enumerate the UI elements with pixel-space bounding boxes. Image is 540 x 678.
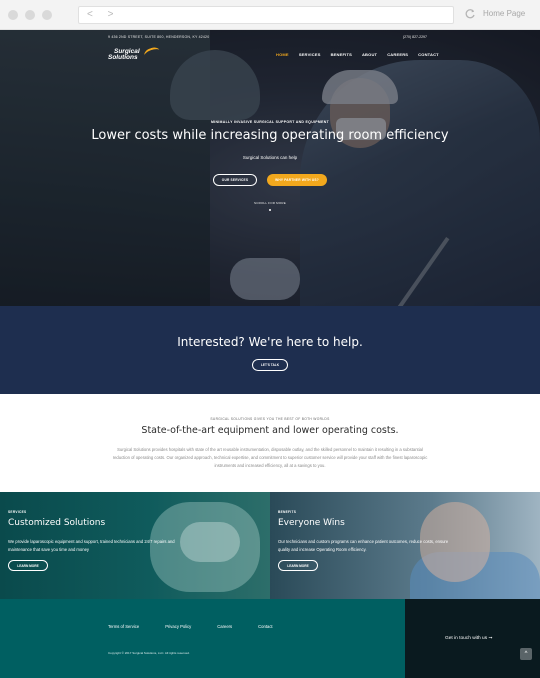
intro-paragraph: Surgical Solutions provides hospitals wi…	[112, 447, 428, 469]
browser-tab-title: Home Page	[483, 9, 526, 18]
get-in-touch-panel[interactable]: Get in touch with us ➞	[405, 599, 540, 678]
benefits-learn-more-button[interactable]: LEARN MORE	[278, 560, 318, 571]
browser-chrome: < > Home Page	[0, 0, 540, 30]
footer-link-careers[interactable]: Careers	[217, 624, 232, 629]
help-banner: Interested? We're here to help. LET'S TA…	[0, 306, 540, 394]
hero-content: MINIMALLY INVASIVE SURGICAL SUPPORT AND …	[0, 120, 540, 211]
site-footer: Terms of Service Privacy Policy Careers …	[0, 599, 405, 678]
hero-buttons: OUR SERVICES WHY PARTNER WITH US?	[0, 174, 540, 186]
intro-section: SURGICAL SOLUTIONS GIVES YOU THE BEST OF…	[0, 394, 540, 492]
services-panel: SERVICES Customized Solutions We provide…	[0, 492, 270, 599]
close-window-dot[interactable]	[8, 10, 18, 20]
get-in-touch-link[interactable]: Get in touch with us ➞	[445, 636, 492, 641]
top-info-bar: 9 436 2ND STREET, SUITE 800, HENDERSON, …	[0, 30, 540, 44]
back-to-top-icon[interactable]: ^	[520, 648, 532, 660]
footer-link-contact[interactable]: Contact	[258, 624, 272, 629]
partner-button[interactable]: WHY PARTNER WITH US?	[267, 174, 327, 186]
help-banner-title: Interested? We're here to help.	[177, 335, 363, 349]
lets-talk-button[interactable]: LET'S TALK	[252, 359, 288, 371]
nav-careers[interactable]: CAREERS	[387, 52, 408, 57]
scroll-indicator-icon	[269, 209, 271, 211]
benefits-text: Our technicians and custom programs can …	[278, 539, 449, 552]
benefits-title: Everyone Wins	[278, 518, 345, 528]
services-title: Customized Solutions	[8, 518, 106, 528]
back-forward-icon[interactable]: < >	[87, 9, 119, 20]
maximize-window-dot[interactable]	[42, 10, 52, 20]
hero-section: 9 436 2ND STREET, SUITE 800, HENDERSON, …	[0, 30, 540, 306]
main-navigation: HOME SERVICES BENEFITS ABOUT CAREERS CON…	[276, 52, 449, 57]
services-tag: SERVICES	[8, 510, 27, 514]
benefits-panel: BENEFITS Everyone Wins Our technicians a…	[270, 492, 540, 599]
scroll-for-more-link[interactable]: SCROLL FOR MORE	[0, 201, 540, 205]
reload-icon[interactable]	[464, 8, 476, 20]
address-text: 9 436 2ND STREET, SUITE 800, HENDERSON, …	[108, 35, 210, 39]
footer-link-privacy[interactable]: Privacy Policy	[165, 624, 191, 629]
copyright-text: Copyright © 2017 Surgical Solutions, LLC…	[108, 651, 190, 655]
address-bar[interactable]: < >	[78, 6, 454, 24]
window-controls	[8, 10, 52, 20]
intro-heading: State-of-the-art equipment and lower ope…	[141, 425, 399, 436]
logo-swoosh-icon	[142, 45, 162, 61]
nav-home[interactable]: HOME	[276, 52, 289, 57]
footer-link-terms[interactable]: Terms of Service	[108, 624, 139, 629]
services-text: We provide laparoscopic equipment and su…	[8, 539, 175, 552]
minimize-window-dot[interactable]	[25, 10, 35, 20]
nav-contact[interactable]: CONTACT	[418, 52, 439, 57]
nav-about[interactable]: ABOUT	[362, 52, 377, 57]
phone-link[interactable]: (270) 827-2297	[403, 35, 427, 39]
footer-links: Terms of Service Privacy Policy Careers …	[108, 624, 299, 629]
site-logo[interactable]: Surgical Solutions	[108, 45, 162, 62]
benefits-tag: BENEFITS	[278, 510, 297, 514]
hero-eyebrow: MINIMALLY INVASIVE SURGICAL SUPPORT AND …	[210, 120, 330, 124]
nav-services[interactable]: SERVICES	[299, 52, 321, 57]
services-learn-more-button[interactable]: LEARN MORE	[8, 560, 48, 571]
hero-headline: Lower costs while increasing operating r…	[91, 128, 449, 143]
nav-benefits[interactable]: BENEFITS	[331, 52, 352, 57]
intro-eyebrow: SURGICAL SOLUTIONS GIVES YOU THE BEST OF…	[210, 417, 330, 421]
hero-subtitle: Surgical Solutions can help	[242, 155, 298, 160]
our-services-button[interactable]: OUR SERVICES	[213, 174, 257, 186]
services-photo-hands	[180, 522, 240, 562]
